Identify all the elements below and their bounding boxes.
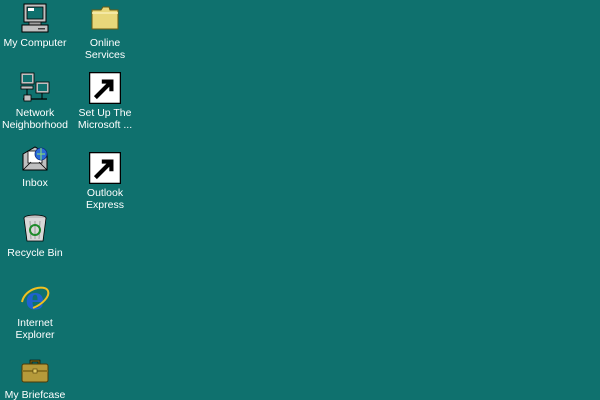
outlook-express-icon bbox=[89, 152, 121, 184]
recycle-bin-icon bbox=[19, 212, 51, 244]
internet-explorer-icon: e bbox=[19, 282, 51, 314]
desktop-icon-label: Inbox bbox=[22, 177, 48, 189]
desktop-icon-my-computer[interactable]: My Computer bbox=[0, 2, 72, 49]
shortcut-arrow-icon bbox=[89, 152, 121, 184]
my-computer-icon bbox=[19, 2, 51, 34]
desktop-icon-network-neighborhood[interactable]: Network Neighborhood bbox=[0, 72, 72, 131]
desktop-icon-label: My Briefcase bbox=[4, 389, 66, 400]
desktop-icon-label: Network Neighborhood bbox=[2, 107, 68, 131]
desktop-icon-label: Set Up The Microsoft ... bbox=[77, 107, 133, 131]
inbox-icon bbox=[19, 142, 51, 174]
network-neighborhood-icon bbox=[19, 72, 51, 104]
desktop-icon-label: Online Services bbox=[84, 37, 126, 61]
msn-setup-icon: msn bbox=[89, 72, 121, 104]
desktop-icon-label: My Computer bbox=[3, 37, 67, 49]
desktop-icon-recycle-bin[interactable]: Recycle Bin bbox=[0, 212, 72, 259]
briefcase-icon bbox=[19, 354, 51, 386]
desktop-icon-set-up-msn[interactable]: msn Set Up The Microsoft ... bbox=[68, 72, 142, 131]
desktop-icon-outlook-express[interactable]: Outlook Express bbox=[68, 152, 142, 211]
desktop-icon-online-services[interactable]: Online Services bbox=[68, 2, 142, 61]
desktop-icon-label: Internet Explorer bbox=[15, 317, 55, 341]
desktop-icon-my-briefcase[interactable]: My Briefcase bbox=[0, 354, 72, 400]
desktop-icon-label: Outlook Express bbox=[86, 187, 124, 211]
shortcut-arrow-icon bbox=[89, 72, 121, 104]
desktop[interactable]: My Computer Online Services Network Neig… bbox=[0, 0, 600, 400]
desktop-icon-label: Recycle Bin bbox=[7, 247, 63, 259]
folder-icon bbox=[89, 2, 121, 34]
desktop-icon-inbox[interactable]: Inbox bbox=[0, 142, 72, 189]
desktop-icon-internet-explorer[interactable]: e Internet Explorer bbox=[0, 282, 72, 341]
